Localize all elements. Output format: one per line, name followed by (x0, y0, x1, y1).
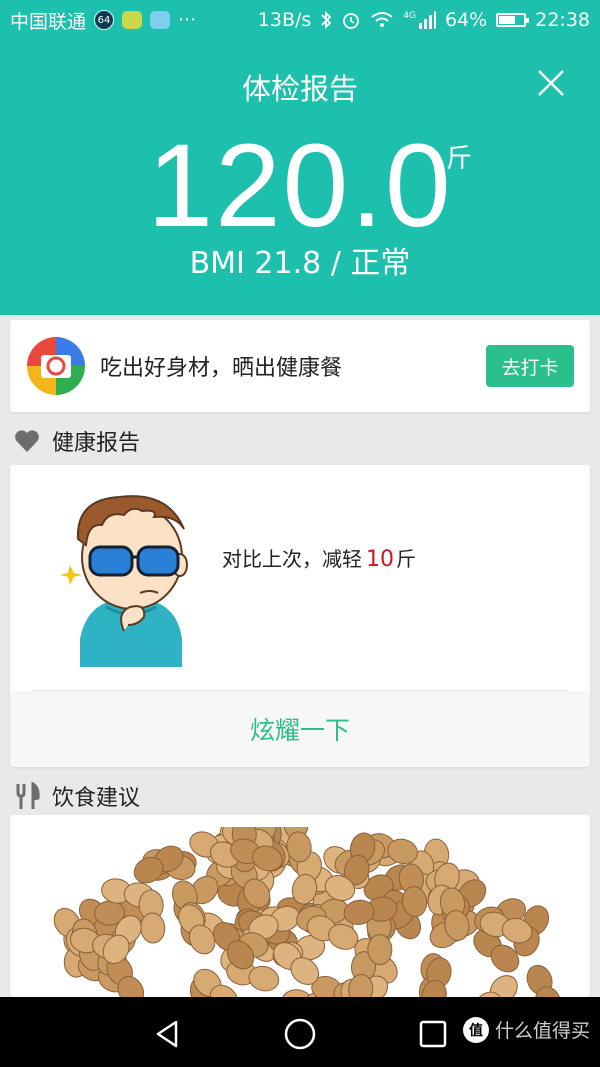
carrier-label: 中国联通 (10, 10, 87, 33)
network-type: 4G (403, 11, 416, 21)
close-icon[interactable] (536, 68, 566, 98)
app-notification-icon (122, 11, 143, 29)
heart-icon (15, 430, 39, 452)
weight-display: 120.0 斤 (0, 118, 600, 254)
battery-icon (496, 13, 530, 27)
status-bar: 中国联通 64 ··· 13B/s 4G 64% 22:38 (0, 0, 600, 40)
signal-icon: 4G (403, 11, 436, 29)
back-icon[interactable] (150, 1017, 184, 1051)
clock: 22:38 (535, 9, 590, 31)
camera-icon (27, 337, 85, 395)
alarm-icon (343, 13, 360, 29)
weight-loss-unit: 斤 (396, 547, 416, 571)
notification-badge: 64 (94, 10, 115, 30)
health-report-card: 对比上次，减轻 10 斤 炫耀一下 (10, 465, 590, 767)
diet-advice-heading: 饮食建议 (14, 780, 140, 812)
weight-value: 120.0 (147, 120, 453, 252)
more-notifications-icon: ··· (178, 9, 197, 31)
weight-loss-value: 10 (366, 547, 394, 572)
watermark-logo: 值 (462, 1016, 489, 1043)
watermark: 值 什么值得买 (462, 1016, 590, 1043)
share-button[interactable]: 炫耀一下 (10, 691, 590, 767)
food-suggestion-card[interactable] (10, 815, 590, 997)
wifi-icon (371, 12, 393, 27)
healthy-meal-banner[interactable]: 吃出好身材，晒出健康餐 去打卡 (10, 320, 590, 412)
page-title: 体检报告 (241, 72, 358, 106)
system-nav-bar: 值 什么值得买 (0, 997, 600, 1067)
bluetooth-icon (321, 10, 332, 30)
fork-knife-icon (16, 782, 40, 809)
weight-unit: 斤 (446, 144, 473, 174)
report-header: 体检报告 120.0 斤 BMI 21.8 / 正常 (0, 40, 600, 315)
comparison-text: 对比上次，减轻 (222, 547, 362, 571)
health-report-heading: 健康报告 (14, 425, 140, 457)
home-icon[interactable] (283, 1017, 317, 1051)
battery-percent: 64% (445, 9, 488, 31)
weight-comparison: 对比上次，减轻 10 斤 (222, 543, 416, 572)
network-speed: 13B/s (257, 9, 312, 31)
check-in-button[interactable]: 去打卡 (486, 345, 574, 387)
peanuts-image (28, 827, 572, 997)
bmi-status: BMI 21.8 / 正常 (189, 246, 411, 281)
section-title: 饮食建议 (52, 786, 141, 811)
section-title: 健康报告 (52, 431, 141, 456)
watermark-text: 什么值得买 (494, 1020, 590, 1042)
banner-text: 吃出好身材，晒出健康餐 (100, 356, 343, 381)
weather-notification-icon (150, 11, 171, 29)
recent-apps-icon[interactable] (416, 1017, 450, 1051)
cartoon-avatar-icon (60, 495, 188, 667)
